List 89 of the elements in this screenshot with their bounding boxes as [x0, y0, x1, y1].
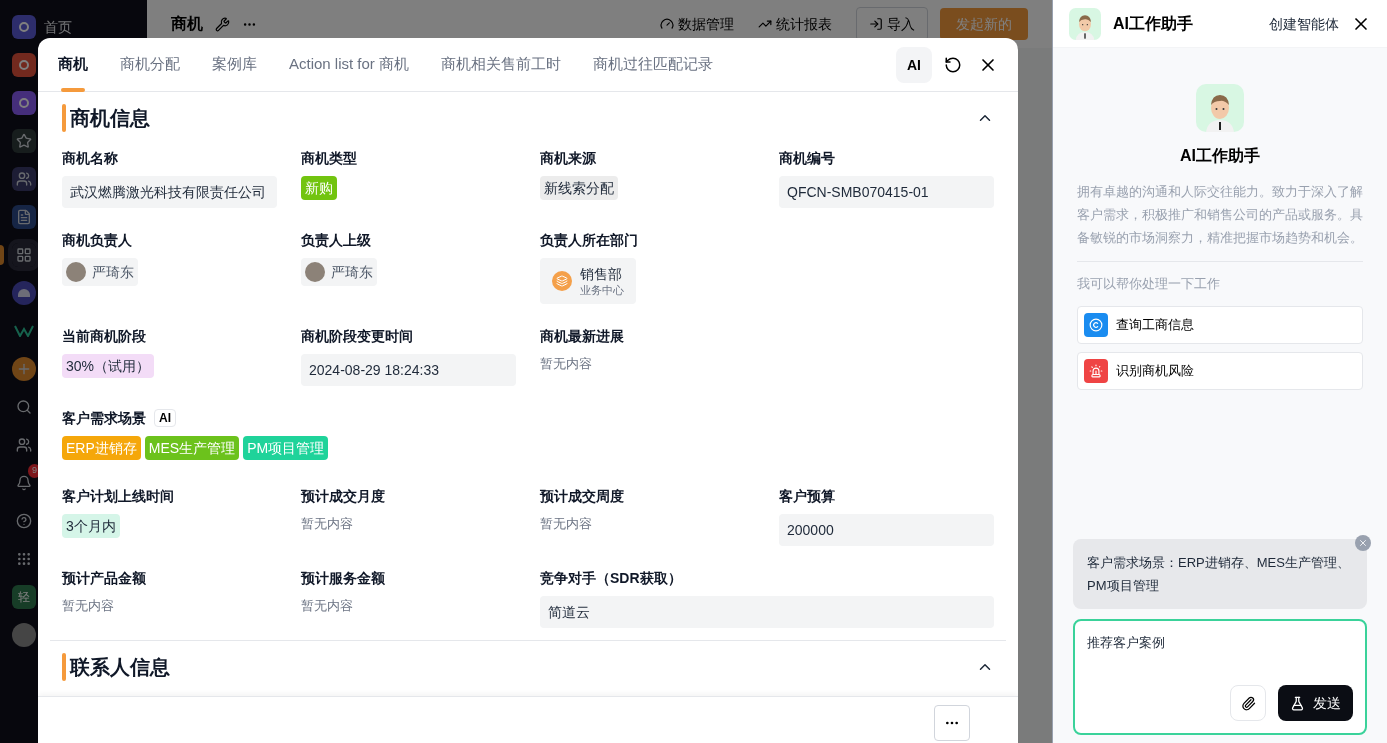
- empty-value: 暂无内容: [62, 596, 115, 615]
- field-label: 商机最新进展: [540, 326, 624, 346]
- assistant-description: 拥有卓越的沟通和人际交往能力。致力于深入了解客户需求，积极推广和销售公司的产品或服务。具备敏锐的市场洞察力，精准把握市场趋势和机会。: [1077, 183, 1363, 247]
- field-label: 竞争对手（SDR获取）: [540, 568, 682, 588]
- tab[interactable]: Action list for 商机: [289, 38, 410, 92]
- skill-item[interactable]: 识别商机风险: [1077, 351, 1363, 390]
- app-icon[interactable]: [12, 167, 36, 191]
- tag: 30%（试用）: [62, 353, 155, 378]
- app-icon[interactable]: [12, 53, 36, 77]
- tag: 新购: [301, 176, 337, 200]
- app-icon[interactable]: [12, 129, 36, 153]
- paperclip-icon: [1240, 695, 1256, 711]
- tag: 3个月内: [62, 513, 120, 538]
- app-icon[interactable]: [12, 281, 36, 305]
- department-parent: 业务中心: [580, 284, 624, 298]
- field-value: 简道云: [540, 595, 994, 628]
- field-label: 商机阶段变更时间: [301, 326, 413, 346]
- empty-value: 暂无内容: [301, 596, 354, 615]
- tag: 新线索分配: [540, 176, 618, 200]
- section-title: 联系人信息: [70, 654, 170, 680]
- empty-value: 暂无内容: [540, 514, 593, 533]
- field-label: 商机负责人: [62, 231, 132, 250]
- ai-button[interactable]: AI: [896, 46, 932, 83]
- field-label: 客户预算: [779, 486, 835, 506]
- field-value: 武汉燃腾激光科技有限责任公司: [62, 176, 277, 208]
- skill-label: 识别商机风险: [1116, 361, 1194, 380]
- tab[interactable]: 商机: [58, 38, 88, 92]
- tag: MES生产管理: [144, 435, 240, 460]
- nav-label[interactable]: 首页: [44, 17, 72, 37]
- field-label: 客户计划上线时间: [62, 486, 174, 506]
- skill-item[interactable]: 查询工商信息: [1077, 305, 1363, 344]
- field-label: 商机编号: [779, 149, 835, 168]
- assistant-avatar-icon: [1069, 7, 1101, 40]
- tab[interactable]: 商机分配: [120, 38, 180, 92]
- department-name: 销售部: [580, 265, 623, 284]
- gauge-icon: [660, 17, 674, 31]
- field-label: 预计成交周度: [540, 486, 624, 506]
- empty-value: 暂无内容: [540, 354, 593, 373]
- panel-title: AI工作助手: [1113, 13, 1193, 34]
- tab[interactable]: 商机相关售前工时: [441, 38, 562, 92]
- field-label: 商机来源: [540, 149, 596, 168]
- ai-badge: AI: [154, 408, 176, 427]
- header-link[interactable]: 统计报表: [758, 14, 832, 34]
- field-label: 预计产品金额: [62, 568, 146, 588]
- app-icon[interactable]: [12, 91, 36, 115]
- field-label: 客户需求场景: [62, 408, 146, 428]
- message-text[interactable]: 推荐客户案例: [1087, 633, 1353, 685]
- avatar-icon: [305, 262, 325, 282]
- person-chip[interactable]: 严琦东: [62, 258, 138, 286]
- send-button[interactable]: 发送: [1278, 685, 1353, 721]
- section-title: 商机信息: [70, 106, 150, 131]
- remove-quote-button[interactable]: [1355, 535, 1371, 551]
- tag: PM项目管理: [243, 435, 329, 460]
- layers-icon: [552, 270, 572, 291]
- close-icon: [1358, 538, 1368, 548]
- attach-button[interactable]: [1230, 685, 1266, 721]
- skill-label: 查询工商信息: [1116, 315, 1194, 334]
- assistant-name: AI工作助手: [1180, 146, 1260, 166]
- refresh-icon[interactable]: [944, 55, 962, 74]
- field-value: 2024-08-29 18:24:33: [301, 353, 516, 386]
- assistant-avatar-icon: [1196, 84, 1244, 132]
- flask-icon: [1290, 695, 1305, 711]
- field-label: 预计服务金额: [301, 568, 385, 588]
- avatar-icon: [66, 262, 86, 282]
- field-label: 当前商机阶段: [62, 326, 146, 346]
- field-label: 商机类型: [301, 149, 357, 168]
- department-card[interactable]: 销售部 业务中心: [540, 258, 636, 304]
- tab[interactable]: 案例库: [212, 38, 257, 92]
- empty-value: 暂无内容: [301, 514, 354, 533]
- page-title: 商机: [171, 14, 203, 34]
- tab[interactable]: 商机过往匹配记录: [593, 38, 714, 92]
- app-icon[interactable]: [12, 15, 36, 39]
- field-label: 商机名称: [62, 149, 118, 168]
- field-label: 负责人上级: [301, 231, 371, 250]
- field-label: 预计成交月度: [301, 486, 385, 506]
- tag: ERP进销存: [62, 435, 141, 460]
- field-value: QFCN-SMB070415-01: [779, 176, 994, 208]
- field-value: 200000: [779, 513, 994, 546]
- import-icon: [869, 17, 883, 31]
- app-icon[interactable]: [12, 205, 36, 229]
- field-label: 负责人所在部门: [540, 231, 638, 250]
- person-chip[interactable]: 严琦东: [301, 258, 377, 286]
- quoted-context: 客户需求场景：ERP进销存、MES生产管理、PM项目管理: [1087, 555, 1350, 593]
- app-icon[interactable]: [12, 357, 36, 381]
- message-input[interactable]: 推荐客户案例 发送: [1073, 619, 1367, 735]
- user-avatar[interactable]: [12, 623, 36, 647]
- wrench-icon[interactable]: [215, 16, 230, 32]
- header-link[interactable]: 数据管理: [660, 14, 734, 34]
- create-agent-link[interactable]: 创建智能体: [1269, 13, 1339, 34]
